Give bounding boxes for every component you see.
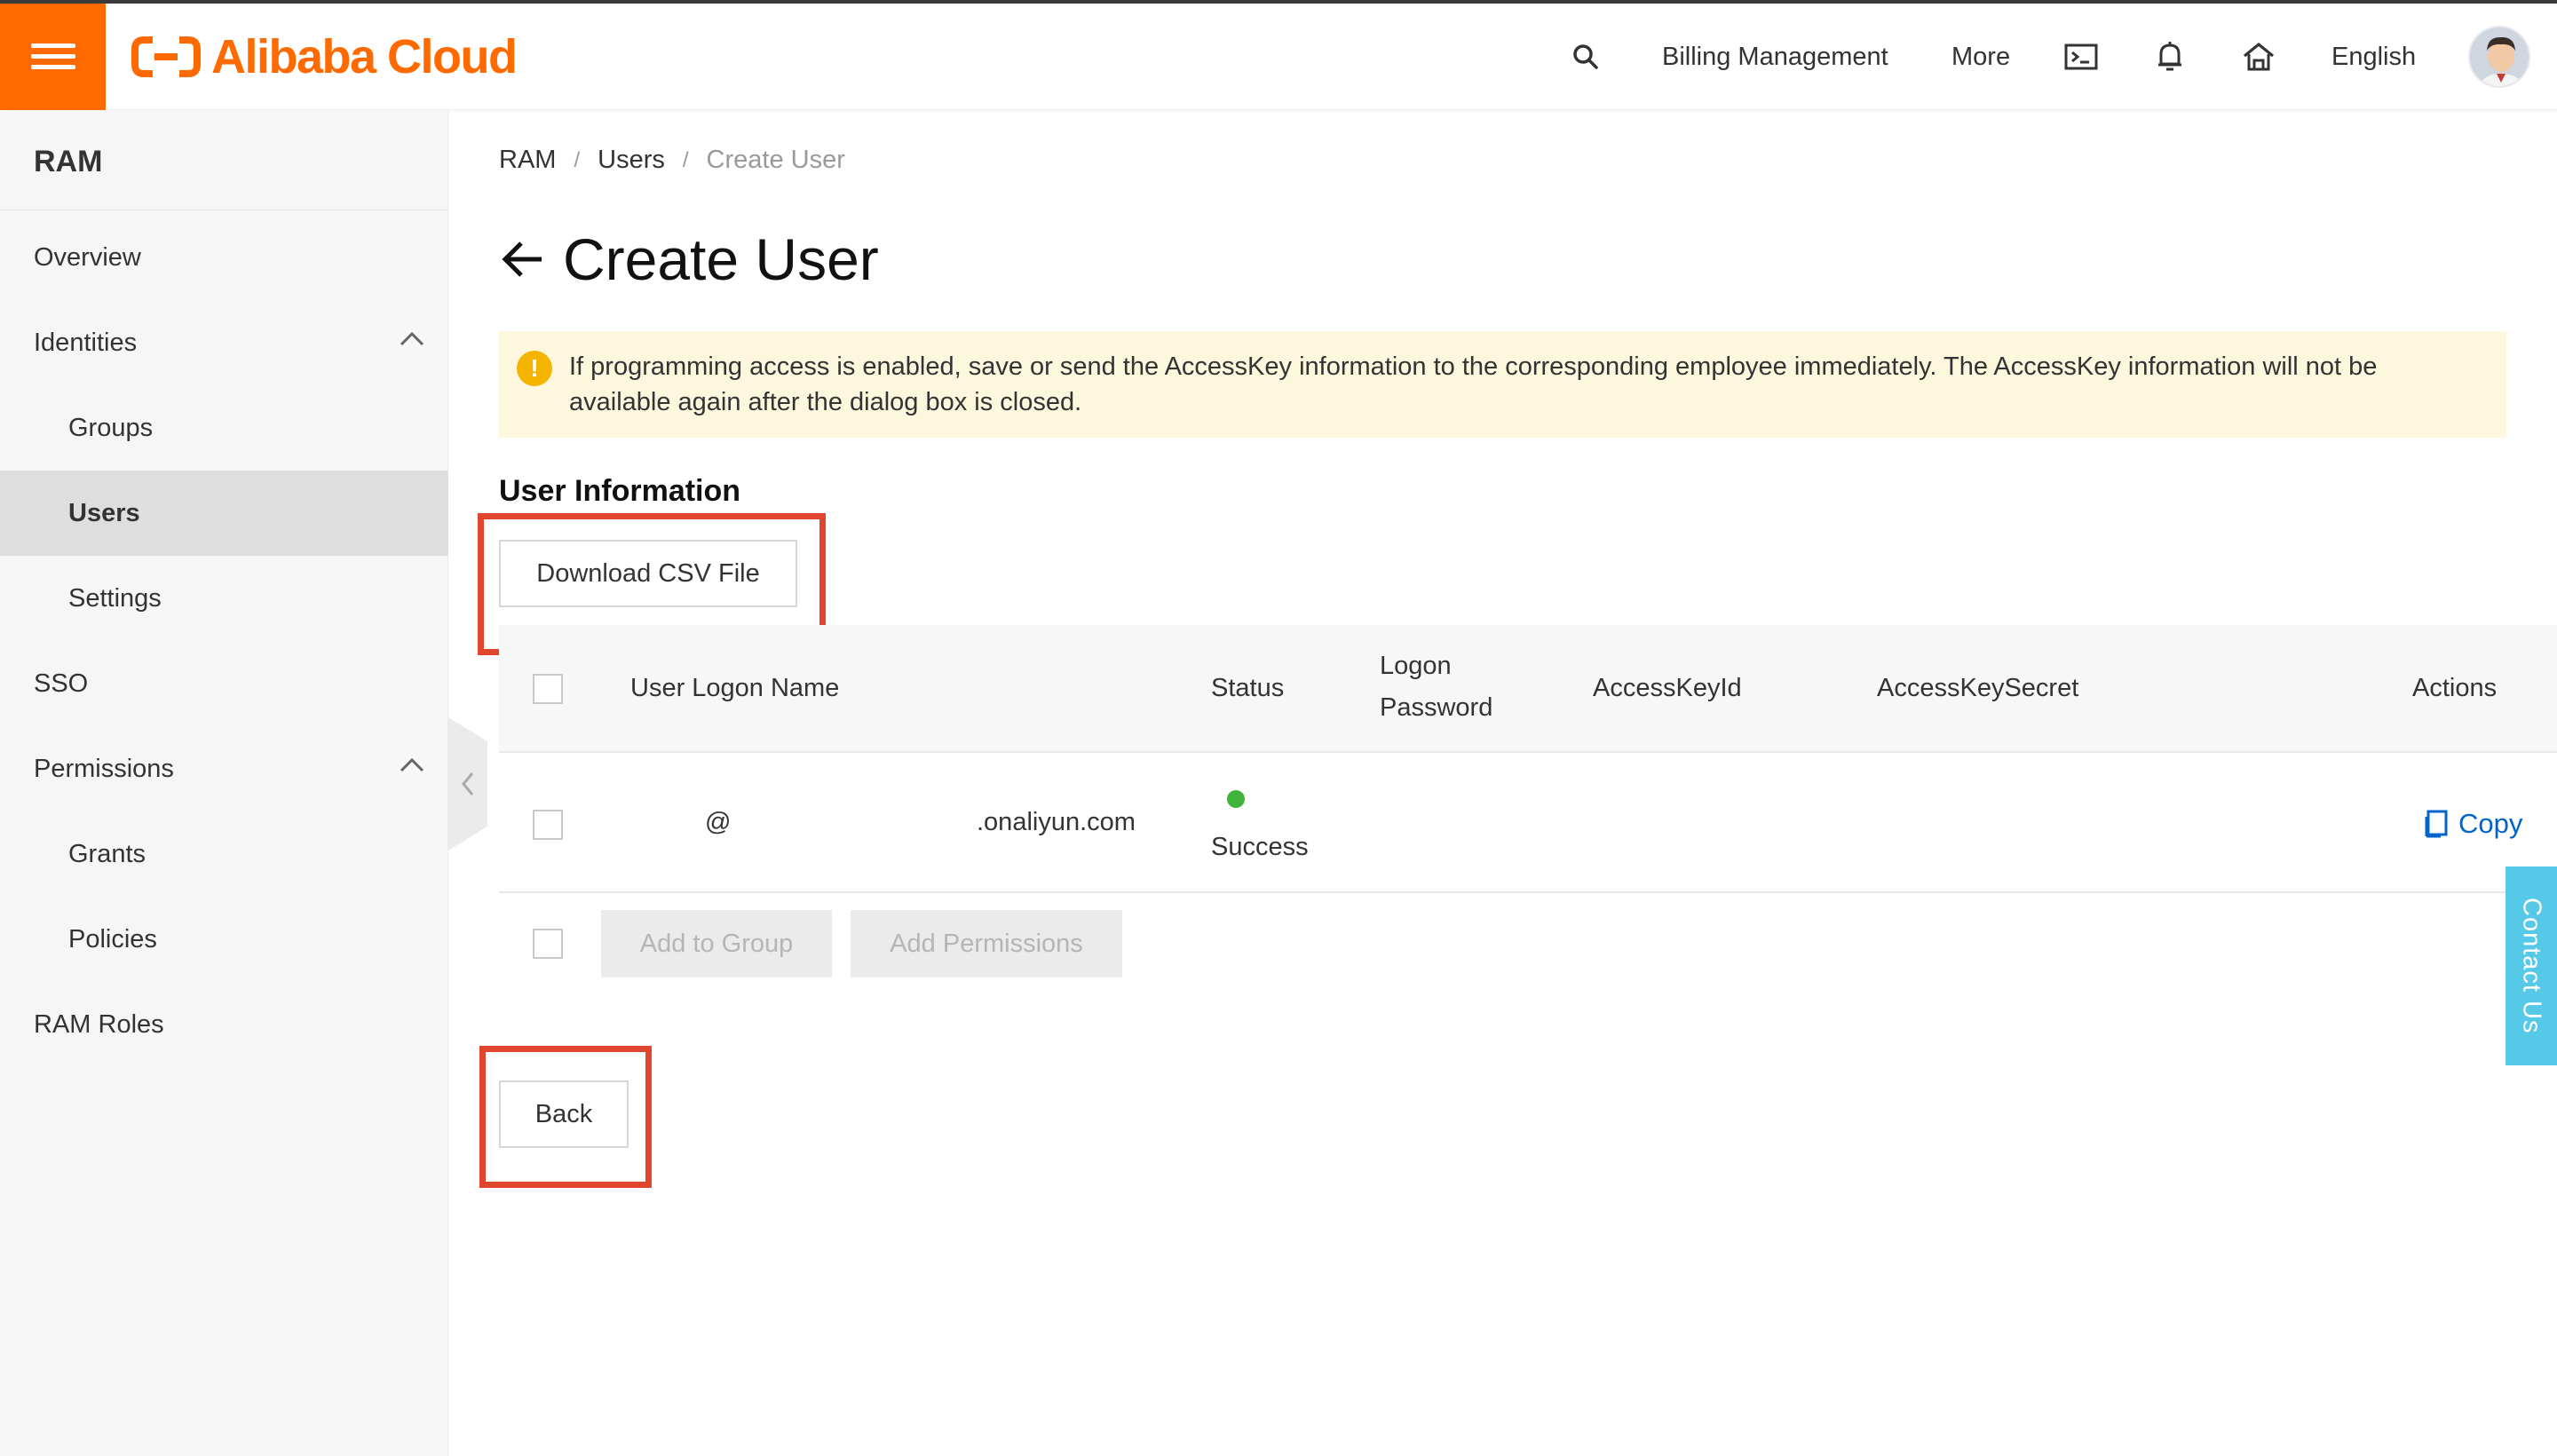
table-row: @ .onaliyun.com Success Copy [499,755,2557,893]
sidebar-item-label: SSO [34,669,89,698]
contact-us-tab[interactable]: Contact Us [2506,866,2557,1065]
sidebar-title: RAM [34,145,103,178]
notice-text: If programming access is enabled, save o… [569,352,2378,416]
sidebar-item-sso[interactable]: SSO [0,641,448,726]
copy-link[interactable]: Copy [2425,808,2522,840]
copy-icon [2425,810,2448,838]
home-icon [2241,39,2276,75]
sidebar-item-groups[interactable]: Groups [0,385,448,471]
hamburger-icon [30,42,75,72]
status-text: Success [1211,833,1309,861]
search-button[interactable] [1568,4,1603,110]
breadcrumb: RAM / Users / Create User [499,146,845,175]
menu-toggle-button[interactable] [0,4,106,110]
sidebar-item-label: Settings [68,583,162,613]
alibaba-logo-icon [131,36,201,77]
chevron-up-icon [400,757,424,772]
sidebar-item-identities[interactable]: Identities [0,300,448,385]
brand-name: Alibaba Cloud [211,30,518,83]
status-dot [1227,790,1245,808]
user-information-title: User Information [499,474,741,508]
sidebar-item-overview[interactable]: Overview [0,215,448,300]
page-title-row: Create User [499,226,879,293]
alibaba-cloud-logo[interactable]: Alibaba Cloud [131,30,518,83]
column-header-actions: Actions [2412,674,2498,702]
add-permissions-button[interactable]: Add Permissions [851,910,1122,977]
contact-us-label: Contact Us [2517,898,2546,1034]
sidebar-collapse-button[interactable] [448,717,487,851]
column-header-password-line: Password [1380,693,1493,722]
sidebar-item-users[interactable]: Users [0,471,448,556]
sidebar-item-label: RAM Roles [34,1009,164,1039]
select-all-checkbox[interactable] [533,674,563,704]
notifications-button[interactable] [2152,4,2188,110]
sidebar-item-permissions[interactable]: Permissions [0,726,448,811]
logon-name-at: @ [705,808,732,836]
page-title: Create User [563,226,879,292]
column-header-logon-name: User Logon Name [630,674,840,702]
add-to-group-button[interactable]: Add to Group [601,910,832,977]
sidebar: RAM Overview Identities Groups Users Set… [0,111,448,1456]
sidebar-item-label: Grants [68,839,146,868]
column-header-access-key-secret: AccessKeySecret [1877,674,2079,702]
terminal-button[interactable] [2063,4,2099,110]
avatar-icon [2470,28,2529,86]
column-header-access-key-id: AccessKeyId [1593,674,1742,702]
sidebar-item-label: Overview [34,242,141,272]
chevron-up-icon [400,331,424,346]
arrow-left-icon [502,241,542,277]
table-header: User Logon Name Status Logon Password Ac… [499,625,2557,753]
search-icon [1568,39,1603,75]
sidebar-item-settings[interactable]: Settings [0,556,448,641]
row-checkbox[interactable] [533,810,563,840]
chevron-left-icon [462,772,474,795]
top-navigation-bar: Alibaba Cloud Billing Management More En… [0,4,2557,110]
breadcrumb-users[interactable]: Users [598,146,665,175]
breadcrumb-create-user: Create User [706,146,845,174]
language-selector[interactable]: English [2331,43,2416,72]
breadcrumb-ram[interactable]: RAM [499,146,556,175]
breadcrumb-separator: / [682,147,689,172]
copy-label: Copy [2458,808,2523,839]
sidebar-item-policies[interactable]: Policies [0,897,448,982]
column-header-status: Status [1211,674,1285,702]
annotation-highlight-back [479,1046,652,1188]
back-arrow-button[interactable] [499,236,545,282]
sidebar-item-label: Groups [68,413,154,442]
sidebar-item-label: Users [68,498,140,527]
column-header-logon-line: Logon [1380,652,1452,680]
logon-name-domain: .onaliyun.com [977,808,1136,836]
home-button[interactable] [2241,4,2276,110]
breadcrumb-separator: / [574,147,581,172]
sidebar-item-ram-roles[interactable]: RAM Roles [0,982,448,1067]
warning-notice: ! If programming access is enabled, save… [499,331,2506,438]
batch-select-checkbox[interactable] [533,929,563,959]
terminal-icon [2063,39,2099,75]
more-menu[interactable]: More [1951,43,2010,72]
billing-management-link[interactable]: Billing Management [1662,43,1888,72]
sidebar-item-label: Permissions [34,754,174,783]
bell-icon [2152,39,2188,75]
sidebar-item-grants[interactable]: Grants [0,811,448,897]
user-avatar[interactable] [2468,26,2530,88]
sidebar-item-label: Policies [68,924,157,954]
sidebar-item-label: Identities [34,328,138,357]
warning-icon: ! [517,351,552,386]
column-header-logon-password: Logon Password [1380,652,1492,723]
